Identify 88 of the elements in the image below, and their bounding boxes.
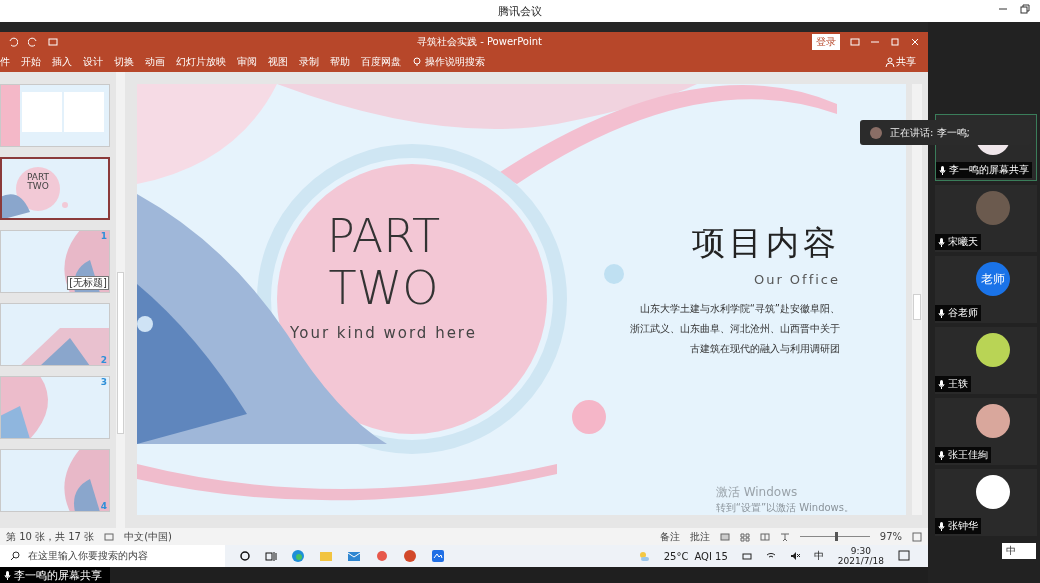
slide-tagline: Your kind word here [290,324,477,342]
microphone-icon [938,450,945,460]
slide-heading: PART [327,210,440,262]
microphone-icon [938,521,945,531]
meeting-app-icon[interactable] [431,549,445,563]
ribbon-tab[interactable]: 百度网盘 [361,55,401,69]
ribbon-tab[interactable]: 帮助 [330,55,350,69]
microphone-icon [938,237,945,247]
mail-icon[interactable] [347,549,361,563]
ribbon-tab[interactable]: 插入 [52,55,72,69]
video-tile[interactable]: 宋曦天 [935,185,1037,252]
window-title: 腾讯会议 [498,3,542,19]
microphone-icon [938,308,945,318]
ribbon-tab[interactable]: 设计 [83,55,103,69]
avatar: 老师 [976,262,1010,296]
zoom-level: 97% [879,531,902,542]
ribbon-tab[interactable]: 动画 [145,55,165,69]
input-method-bar[interactable]: 中 [1002,543,1036,559]
participant-name: 张王佳絢 [935,447,991,463]
search-icon [10,551,20,561]
clock[interactable]: 9:30 2021/7/18 [837,546,884,566]
tooltip: [无标题] [67,276,109,290]
ribbon-tab[interactable]: 视图 [268,55,288,69]
slide-title: 项目内容 [692,222,840,264]
ribbon-tab[interactable]: 件 [0,55,10,69]
slide-heading: TWO [328,262,439,314]
avatar [870,126,882,139]
notes-button[interactable]: 备注 [659,529,680,544]
slideshow-icon[interactable] [48,37,58,47]
muted-speaker-icon[interactable] [789,551,800,561]
activation-title: 激活 Windows [715,484,799,501]
slideshow-icon[interactable] [779,531,790,542]
slide-count: 第 10 张，共 17 张 [6,529,95,544]
presentation-app-icon[interactable] [403,549,417,563]
undo-icon[interactable] [8,37,18,47]
redo-icon[interactable] [28,37,38,47]
login-button[interactable]: 登录 [812,34,840,50]
slide-text-line: 古建筑在现代的融入与利用调研团 [690,342,840,356]
video-tile[interactable]: 王轶 [935,327,1037,394]
person-icon[interactable] [885,57,895,67]
microphone-icon [4,570,11,580]
ribbon-tab[interactable]: 幻灯片放映 [176,55,226,69]
section-number: 1 [100,231,107,241]
lightbulb-icon[interactable] [412,57,422,67]
close-icon[interactable] [910,37,920,47]
participant-name: 王轶 [935,376,971,392]
ribbon-tab[interactable]: 审阅 [237,55,257,69]
ribbon-tab[interactable]: 录制 [299,55,319,69]
restore-icon[interactable] [890,37,900,47]
tell-me-search[interactable]: 操作说明搜索 [425,55,485,69]
restore-icon[interactable] [1020,4,1030,14]
temperature: 25°C [663,550,689,562]
task-view-icon[interactable] [265,550,277,562]
ribbon-tab[interactable]: 切换 [114,55,134,69]
share-label-text: 李一鸣的屏幕共享 [14,567,102,583]
air-quality: AQI 15 [694,550,728,562]
activation-hint: 转到“设置”以激活 Windows。 [715,501,854,515]
participant-name: 谷老师 [935,305,981,321]
normal-view-icon[interactable] [719,531,730,542]
participant-name: 张钟华 [935,518,981,534]
section-number: 4 [100,501,107,511]
reading-view-icon[interactable] [759,531,770,542]
browser-icon[interactable] [291,549,305,563]
microphone-icon [939,165,946,175]
language-status: 中文(中国) [124,529,172,544]
video-tile[interactable]: 张钟华 [935,469,1037,536]
section-number: 2 [100,355,107,365]
thumbnail-heading: PART TWO [25,173,51,192]
input-method[interactable]: 中 [813,549,824,563]
app-icon[interactable] [375,549,389,563]
slide-subtitle: Our Office [753,272,840,287]
slide-text-line: 浙江武义、山东曲阜、河北沧州、山西晋中关于 [630,322,840,336]
participant-name: 宋曦天 [935,234,981,250]
section-number: 3 [100,377,107,387]
share-button[interactable]: 共享 [896,55,916,69]
battery-icon[interactable] [741,551,752,561]
app-title: 寻筑社会实践 - PowerPoint [416,35,542,49]
scrollbar[interactable] [115,72,125,528]
microphone-icon [938,379,945,389]
video-tile[interactable]: 张王佳絢 [935,398,1037,465]
slide-text-line: 山东大学土建与水利学院“寻筑”赴安徽阜阳、 [639,302,840,316]
participant-name: 李一鸣的屏幕共享 [936,162,1032,178]
slide-thumbnail[interactable] [0,157,110,220]
comments-button[interactable]: 批注 [689,529,710,544]
grid-view-icon[interactable] [739,531,750,542]
ribbon-tab[interactable]: 开始 [21,55,41,69]
taskbar-search-field[interactable]: 在这里输入你要搜索的内容 [0,545,225,567]
video-tile[interactable]: 老师 谷老师 [935,256,1037,323]
